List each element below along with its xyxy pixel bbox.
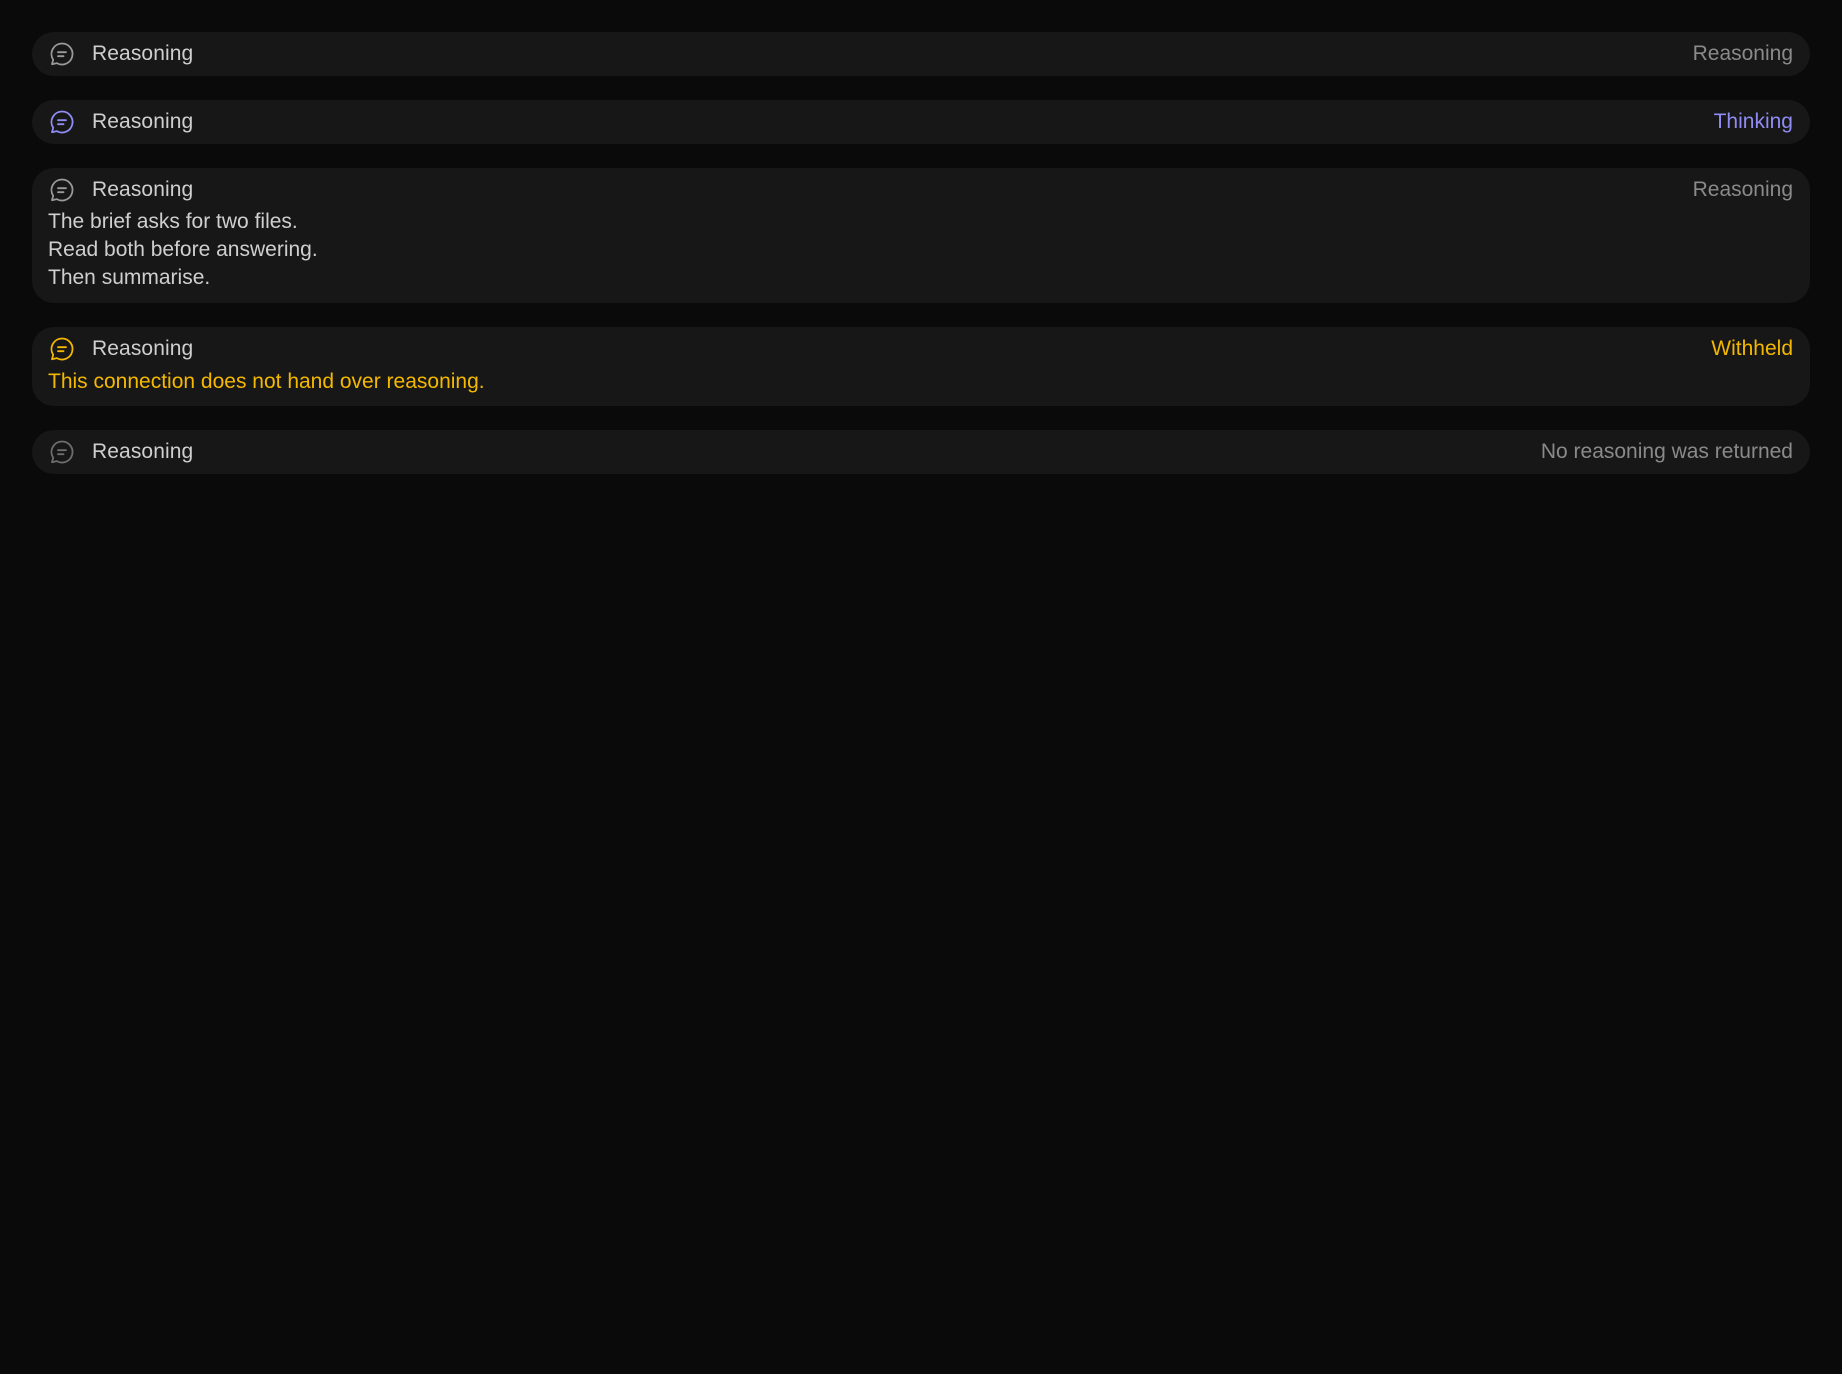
status-label: Reasoning [1692, 178, 1793, 201]
reasoning-title: Reasoning [92, 440, 194, 463]
reasoning-panel-empty[interactable]: Reasoning No reasoning was returned [32, 430, 1810, 474]
reasoning-panel-header[interactable]: Reasoning No reasoning was returned [48, 430, 1793, 474]
status-label: Thinking [1713, 110, 1793, 133]
chat-bubble-icon [48, 108, 76, 136]
reasoning-title: Reasoning [92, 337, 194, 360]
withheld-message: This connection does not hand over reaso… [48, 370, 485, 393]
reasoning-title: Reasoning [92, 42, 194, 65]
reasoning-panel-thinking[interactable]: Reasoning Thinking [32, 100, 1810, 144]
reasoning-panel-header[interactable]: Reasoning Reasoning [48, 32, 1793, 76]
reasoning-panel-withheld[interactable]: Reasoning Withheld This connection does … [32, 327, 1810, 406]
chat-bubble-icon [48, 40, 76, 68]
reasoning-panel-header[interactable]: Reasoning Withheld [48, 327, 1793, 371]
reasoning-panel-header[interactable]: Reasoning Thinking [48, 100, 1793, 144]
status-label: No reasoning was returned [1540, 440, 1793, 463]
status-label: Withheld [1711, 337, 1793, 360]
reasoning-list: Reasoning Reasoning Reasoning Thinking R… [32, 32, 1810, 498]
reasoning-panel-idle[interactable]: Reasoning Reasoning [32, 32, 1810, 76]
reasoning-title: Reasoning [92, 110, 194, 133]
status-label: Reasoning [1692, 42, 1793, 65]
reasoning-line: Then summarise. [48, 266, 211, 289]
reasoning-content: The brief asks for two files. Read both … [48, 208, 1793, 303]
reasoning-panel-header[interactable]: Reasoning Reasoning [48, 168, 1793, 212]
reasoning-line: Read both before answering. [48, 238, 318, 261]
chat-bubble-icon [48, 335, 76, 363]
chat-bubble-icon [48, 438, 76, 466]
reasoning-line: The brief asks for two files. [48, 210, 298, 233]
reasoning-panel-expanded[interactable]: Reasoning Reasoning The brief asks for t… [32, 168, 1810, 303]
reasoning-title: Reasoning [92, 178, 194, 201]
chat-bubble-icon [48, 176, 76, 204]
